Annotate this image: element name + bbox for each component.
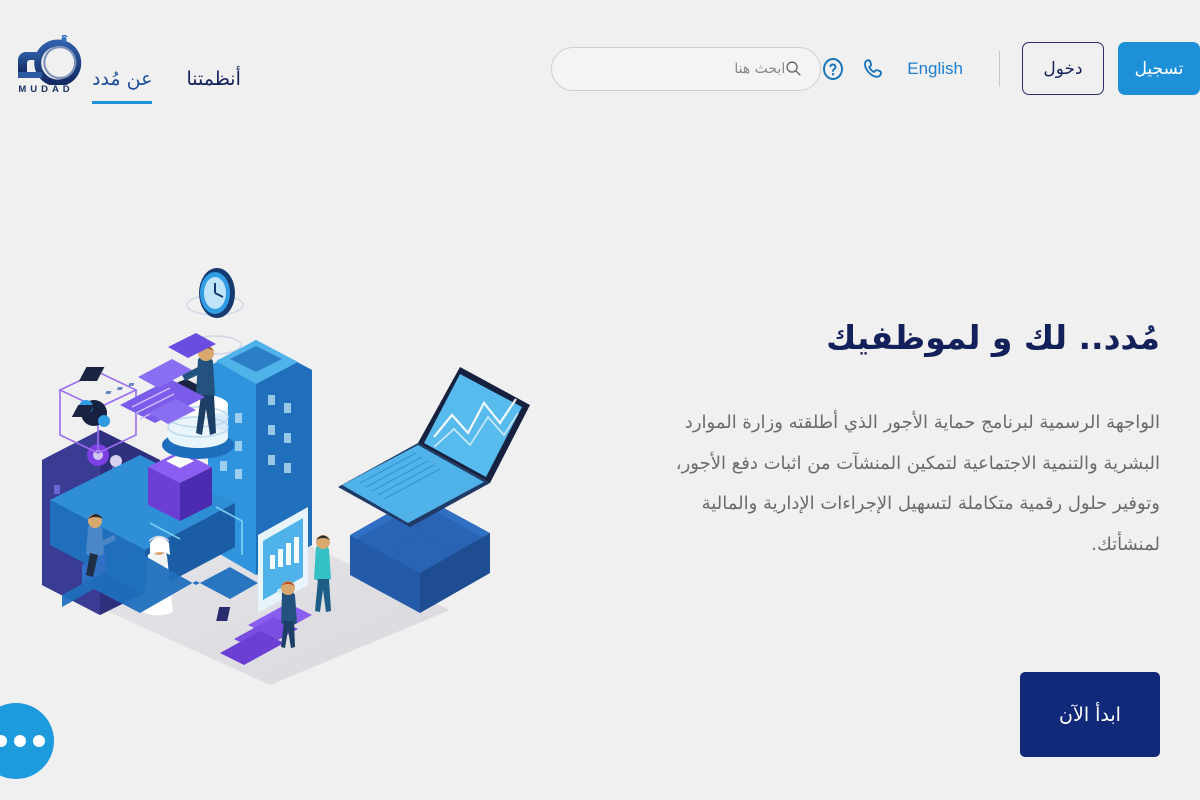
page-root: MUDAD عن مُدد أنظمتنا ابحث هنا English د… <box>0 0 1200 800</box>
header-utilities: English دخول تسجيل <box>511 0 1200 95</box>
phone-icon[interactable] <box>861 57 885 81</box>
nav-item-about-mudad[interactable]: عن مُدد <box>92 68 153 104</box>
search-box[interactable] <box>551 46 822 91</box>
header-icon-group <box>821 57 885 81</box>
chat-dot <box>0 735 7 747</box>
mudad-logo[interactable]: MUDAD <box>0 34 92 97</box>
site-header: MUDAD عن مُدد أنظمتنا ابحث هنا English د… <box>0 0 1200 137</box>
start-now-button[interactable]: ابدأ الآن <box>1020 672 1160 757</box>
register-button[interactable]: تسجيل <box>1118 42 1200 95</box>
mudad-wordmark: MUDAD <box>18 84 74 95</box>
hero-title: مُدد.. لك و لموظفيك <box>826 318 1160 357</box>
chat-dot <box>33 735 45 747</box>
hero-text-block: مُدد.. لك و لموظفيك الواجهة الرسمية لبرن… <box>630 318 1160 565</box>
mudad-logo-mark <box>18 34 82 87</box>
language-switch-link[interactable]: English <box>907 59 963 79</box>
nav-item-our-systems[interactable]: أنظمتنا <box>186 68 240 104</box>
help-circle-icon[interactable] <box>821 57 845 81</box>
main-nav: عن مُدد أنظمتنا <box>92 28 241 104</box>
search-input[interactable] <box>564 60 786 77</box>
auth-buttons: دخول تسجيل <box>1022 42 1200 95</box>
isometric-city-illustration <box>42 268 530 685</box>
header-divider <box>999 50 1000 87</box>
chat-dot <box>14 735 26 747</box>
laptop-with-chart <box>338 367 530 613</box>
brand-zone: MUDAD عن مُدد أنظمتنا <box>0 0 295 104</box>
login-button[interactable]: دخول <box>1022 42 1104 95</box>
hero-description: الواجهة الرسمية لبرنامج حماية الأجور الذ… <box>675 412 1160 555</box>
chat-widget[interactable] <box>0 703 54 779</box>
search-icon <box>786 61 801 76</box>
